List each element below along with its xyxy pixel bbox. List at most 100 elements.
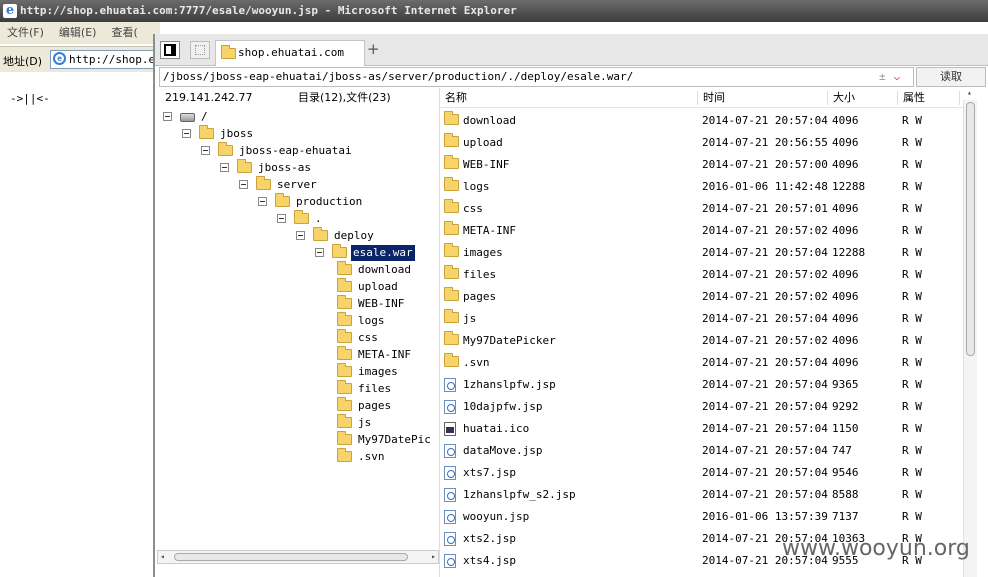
- scroll-right-icon[interactable]: ▸: [431, 551, 436, 563]
- file-row[interactable]: 1zhanslpfw_s2.jsp 2014-07-21 20:57:04 8588…: [440, 484, 963, 506]
- chevron-down-icon[interactable]: ⌵: [894, 70, 901, 83]
- file-row[interactable]: xts7.jsp 2014-07-21 20:57:04 9546 R W: [440, 462, 963, 484]
- collapse-icon[interactable]: [182, 129, 191, 138]
- scrollbar-thumb[interactable]: [966, 102, 975, 356]
- read-button[interactable]: 读取: [916, 67, 986, 87]
- tree-horizontal-scrollbar[interactable]: ◂ ▸: [157, 550, 439, 564]
- tree-node-label: jboss-as: [258, 161, 311, 174]
- file-size: 9292: [832, 400, 859, 413]
- file-attr: R W: [902, 510, 922, 523]
- window-button[interactable]: [190, 41, 210, 59]
- scroll-up-icon[interactable]: ▴: [967, 88, 972, 97]
- column-divider[interactable]: [827, 91, 828, 105]
- file-size: 8588: [832, 488, 859, 501]
- path-input[interactable]: /jboss/jboss-eap-ehuatai/jboss-as/server…: [159, 67, 914, 87]
- panel-toggle-button[interactable]: [160, 41, 180, 59]
- collapse-icon[interactable]: [163, 112, 172, 121]
- file-row[interactable]: My97DatePicker 2014-07-21 20:57:02 4096 R W: [440, 330, 963, 352]
- scrollbar-thumb[interactable]: [174, 553, 408, 561]
- folder-icon: [444, 353, 459, 367]
- folder-icon: [199, 125, 214, 139]
- column-divider[interactable]: [959, 91, 960, 105]
- file-row[interactable]: dataMove.jsp 2014-07-21 20:57:04 747 R W: [440, 440, 963, 462]
- address-label: 地址(D): [3, 55, 43, 68]
- file-attr: R W: [902, 378, 922, 391]
- file-row[interactable]: META-INF 2014-07-21 20:57:02 4096 R W: [440, 220, 963, 242]
- file-row[interactable]: pages 2014-07-21 20:57:02 4096 R W: [440, 286, 963, 308]
- ie-logo-icon: e: [3, 4, 17, 18]
- file-size: 9365: [832, 378, 859, 391]
- folder-icon: [294, 210, 309, 224]
- file-time: 2014-07-21 20:57:01: [702, 202, 828, 215]
- column-attr[interactable]: 属性: [903, 88, 925, 108]
- file-attr: R W: [902, 158, 922, 171]
- scroll-left-icon[interactable]: ◂: [160, 551, 165, 563]
- file-attr: R W: [902, 246, 922, 259]
- file-attr: R W: [902, 466, 922, 479]
- file-row[interactable]: css 2014-07-21 20:57:01 4096 R W: [440, 198, 963, 220]
- column-divider[interactable]: [697, 91, 698, 105]
- file-row[interactable]: wooyun.jsp 2016-01-06 13:57:39 7137 R W: [440, 506, 963, 528]
- file-time: 2014-07-21 20:57:04: [702, 378, 828, 391]
- file-list-vertical-scrollbar[interactable]: ▴: [963, 88, 977, 577]
- file-time: 2014-07-21 20:57:04: [702, 400, 828, 413]
- file-row[interactable]: images 2014-07-21 20:57:04 12288 R W: [440, 242, 963, 264]
- file-attr: R W: [902, 488, 922, 501]
- column-size[interactable]: 大小: [833, 88, 855, 108]
- file-time: 2014-07-21 20:57:02: [702, 268, 828, 281]
- folder-icon: [332, 244, 347, 258]
- collapse-icon[interactable]: [258, 197, 267, 206]
- collapse-icon[interactable]: [201, 146, 210, 155]
- file-size: 12288: [832, 180, 866, 193]
- tab-site[interactable]: shop.ehuatai.com: [215, 40, 365, 66]
- file-row[interactable]: 1zhanslpfw.jsp 2014-07-21 20:57:04 9365 R W: [440, 374, 963, 396]
- menu-view[interactable]: 查看(: [111, 26, 137, 39]
- file-name: xts7.jsp: [463, 466, 516, 479]
- add-tab-button[interactable]: +: [367, 40, 380, 58]
- file-row[interactable]: js 2014-07-21 20:57:04 4096 R W: [440, 308, 963, 330]
- file-row[interactable]: WEB-INF 2014-07-21 20:57:00 4096 R W: [440, 154, 963, 176]
- menu-file[interactable]: 文件(F): [7, 26, 44, 39]
- collapse-icon[interactable]: [220, 163, 229, 172]
- file-name: css: [463, 202, 483, 215]
- file-name: images: [463, 246, 503, 259]
- file-size: 4096: [832, 290, 859, 303]
- file-time: 2014-07-21 20:57:02: [702, 290, 828, 303]
- folder-icon: [337, 329, 352, 343]
- folder-icon: [337, 346, 352, 360]
- address-input[interactable]: e http://shop.eh: [50, 50, 160, 69]
- collapse-icon[interactable]: [239, 180, 248, 189]
- file-row[interactable]: .svn 2014-07-21 20:57:04 4096 R W: [440, 352, 963, 374]
- collapse-icon[interactable]: [296, 231, 305, 240]
- file-time: 2014-07-21 20:57:04: [702, 114, 828, 127]
- file-row[interactable]: upload 2014-07-21 20:56:55 4096 R W: [440, 132, 963, 154]
- file-name: My97DatePicker: [463, 334, 556, 347]
- file-row[interactable]: huatai.ico 2014-07-21 20:57:04 1150 R W: [440, 418, 963, 440]
- file-name: files: [463, 268, 497, 281]
- column-name[interactable]: 名称: [445, 88, 467, 108]
- collapse-icon[interactable]: [277, 214, 286, 223]
- file-attr: R W: [902, 224, 922, 237]
- folder-icon: [444, 243, 459, 257]
- file-size: 4096: [832, 136, 859, 149]
- menu-edit[interactable]: 编辑(E): [59, 26, 97, 39]
- file-row[interactable]: 10dajpfw.jsp 2014-07-21 20:57:04 9292 R W: [440, 396, 963, 418]
- folder-icon: [444, 199, 459, 213]
- collapse-icon[interactable]: [315, 248, 324, 257]
- file-row[interactable]: download 2014-07-21 20:57:04 4096 R W: [440, 110, 963, 132]
- drive-icon: [180, 113, 195, 122]
- column-time[interactable]: 时间: [703, 88, 725, 108]
- file-list-header: 名称 时间 大小 属性: [440, 88, 976, 108]
- file-row[interactable]: logs 2016-01-06 11:42:48 12288 R W: [440, 176, 963, 198]
- file-row[interactable]: files 2014-07-21 20:57:02 4096 R W: [440, 264, 963, 286]
- expand-icon[interactable]: ±: [879, 70, 886, 83]
- folder-icon: [337, 414, 352, 428]
- file-name: .svn: [463, 356, 490, 369]
- folder-icon: [218, 142, 233, 156]
- jsp-file-icon: [444, 466, 456, 480]
- column-divider[interactable]: [897, 91, 898, 105]
- file-name: js: [463, 312, 477, 325]
- panel-icon: [164, 44, 176, 56]
- folder-icon: [337, 448, 352, 462]
- file-time: 2014-07-21 20:57:04: [702, 466, 828, 479]
